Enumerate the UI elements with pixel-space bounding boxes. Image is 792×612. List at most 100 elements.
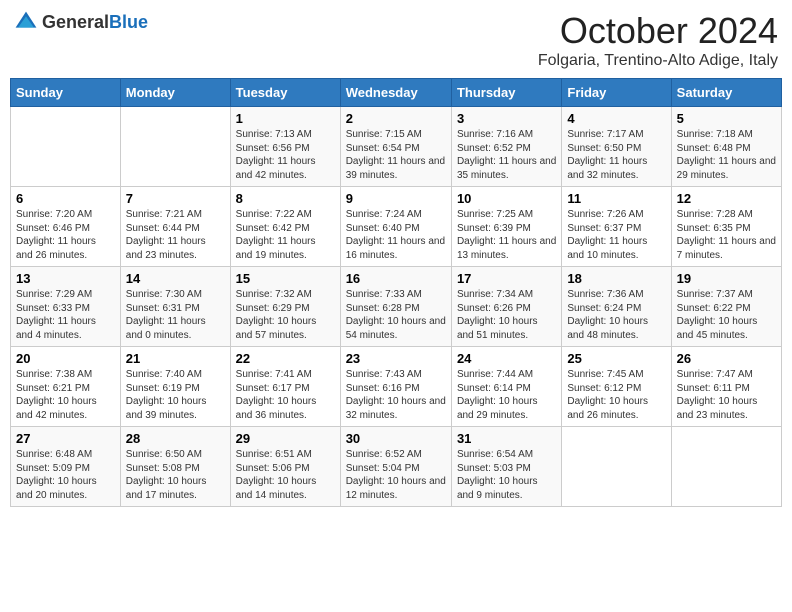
- day-cell: 7Sunrise: 7:21 AM Sunset: 6:44 PM Daylig…: [120, 187, 230, 267]
- day-number: 15: [236, 271, 335, 286]
- day-cell: 5Sunrise: 7:18 AM Sunset: 6:48 PM Daylig…: [671, 107, 781, 187]
- day-cell: 6 Sunrise: 7:20 AM Sunset: 6:46 PM Daylig…: [11, 187, 121, 267]
- day-number: 28: [126, 431, 225, 446]
- day-info: Sunrise: 7:16 AM Sunset: 6:52 PM Dayligh…: [457, 128, 556, 182]
- day-cell: 3 Sunrise: 7:16 AM Sunset: 6:52 PM Daylig…: [451, 107, 561, 187]
- calendar-table: SundayMondayTuesdayWednesdayThursdayFrid…: [10, 78, 782, 507]
- day-number: 11: [567, 191, 665, 206]
- day-cell: 28 Sunrise: 6:50 AM Sunset: 5:08 PM Dayli…: [120, 427, 230, 507]
- day-cell: 1Sunrise: 7:13 AM Sunset: 6:56 PM Daylig…: [230, 107, 340, 187]
- day-info: Sunrise: 7:24 AM Sunset: 6:40 PM Dayligh…: [346, 208, 446, 262]
- day-number: 18: [567, 271, 665, 286]
- day-cell: [11, 107, 121, 187]
- header-day-thursday: Thursday: [451, 79, 561, 107]
- header-day-tuesday: Tuesday: [230, 79, 340, 107]
- day-number: 23: [346, 351, 446, 366]
- day-cell: 16 Sunrise: 7:33 AM Sunset: 6:28 PM Dayli…: [340, 267, 451, 347]
- day-number: 16: [346, 271, 446, 286]
- header-day-saturday: Saturday: [671, 79, 781, 107]
- day-info: Sunrise: 6:51 AM Sunset: 5:06 PM Dayligh…: [236, 448, 335, 502]
- header-day-monday: Monday: [120, 79, 230, 107]
- day-info: Sunrise: 7:33 AM Sunset: 6:28 PM Dayligh…: [346, 288, 446, 342]
- day-number: 24: [457, 351, 556, 366]
- calendar-header: SundayMondayTuesdayWednesdayThursdayFrid…: [11, 79, 782, 107]
- day-info: Sunrise: 7:26 AM Sunset: 6:37 PM Dayligh…: [567, 208, 665, 262]
- day-cell: 20Sunrise: 7:38 AM Sunset: 6:21 PM Dayli…: [11, 347, 121, 427]
- day-info: Sunrise: 7:37 AM Sunset: 6:22 PM Dayligh…: [677, 288, 776, 342]
- day-info: Sunrise: 7:22 AM Sunset: 6:42 PM Dayligh…: [236, 208, 335, 262]
- day-cell: 19 Sunrise: 7:37 AM Sunset: 6:22 PM Dayli…: [671, 267, 781, 347]
- day-info: Sunrise: 6:54 AM Sunset: 5:03 PM Dayligh…: [457, 448, 556, 502]
- day-cell: 15 Sunrise: 7:32 AM Sunset: 6:29 PM Dayli…: [230, 267, 340, 347]
- day-info: Sunrise: 7:18 AM Sunset: 6:48 PM Dayligh…: [677, 128, 776, 182]
- page-header: GeneralBlue October 2024 Folgaria, Trent…: [10, 10, 782, 70]
- day-info: Sunrise: 6:48 AM Sunset: 5:09 PM Dayligh…: [16, 448, 115, 502]
- day-number: 29: [236, 431, 335, 446]
- logo-icon: [14, 10, 38, 34]
- day-cell: 8Sunrise: 7:22 AM Sunset: 6:42 PM Daylig…: [230, 187, 340, 267]
- week-row-2: 6 Sunrise: 7:20 AM Sunset: 6:46 PM Daylig…: [11, 187, 782, 267]
- day-info: Sunrise: 7:38 AM Sunset: 6:21 PM Dayligh…: [16, 368, 115, 422]
- day-info: Sunrise: 7:34 AM Sunset: 6:26 PM Dayligh…: [457, 288, 556, 342]
- day-number: 26: [677, 351, 776, 366]
- logo: GeneralBlue: [14, 10, 148, 34]
- day-cell: 13Sunrise: 7:29 AM Sunset: 6:33 PM Dayli…: [11, 267, 121, 347]
- day-cell: [671, 427, 781, 507]
- week-row-4: 20Sunrise: 7:38 AM Sunset: 6:21 PM Dayli…: [11, 347, 782, 427]
- day-info: Sunrise: 7:36 AM Sunset: 6:24 PM Dayligh…: [567, 288, 665, 342]
- day-info: Sunrise: 7:30 AM Sunset: 6:31 PM Dayligh…: [126, 288, 225, 342]
- day-info: Sunrise: 7:45 AM Sunset: 6:12 PM Dayligh…: [567, 368, 665, 422]
- header-day-wednesday: Wednesday: [340, 79, 451, 107]
- day-cell: 18 Sunrise: 7:36 AM Sunset: 6:24 PM Dayli…: [562, 267, 671, 347]
- day-cell: [120, 107, 230, 187]
- day-info: Sunrise: 7:15 AM Sunset: 6:54 PM Dayligh…: [346, 128, 446, 182]
- day-cell: 9 Sunrise: 7:24 AM Sunset: 6:40 PM Daylig…: [340, 187, 451, 267]
- day-info: Sunrise: 6:50 AM Sunset: 5:08 PM Dayligh…: [126, 448, 225, 502]
- day-number: 7: [126, 191, 225, 206]
- day-info: Sunrise: 7:44 AM Sunset: 6:14 PM Dayligh…: [457, 368, 556, 422]
- location-title: Folgaria, Trentino-Alto Adige, Italy: [538, 52, 778, 70]
- day-cell: 2Sunrise: 7:15 AM Sunset: 6:54 PM Daylig…: [340, 107, 451, 187]
- day-info: Sunrise: 7:43 AM Sunset: 6:16 PM Dayligh…: [346, 368, 446, 422]
- day-info: Sunrise: 7:40 AM Sunset: 6:19 PM Dayligh…: [126, 368, 225, 422]
- day-cell: 25 Sunrise: 7:45 AM Sunset: 6:12 PM Dayli…: [562, 347, 671, 427]
- day-cell: 12Sunrise: 7:28 AM Sunset: 6:35 PM Dayli…: [671, 187, 781, 267]
- day-info: Sunrise: 6:52 AM Sunset: 5:04 PM Dayligh…: [346, 448, 446, 502]
- week-row-3: 13Sunrise: 7:29 AM Sunset: 6:33 PM Dayli…: [11, 267, 782, 347]
- day-number: 6: [16, 191, 115, 206]
- day-cell: 26 Sunrise: 7:47 AM Sunset: 6:11 PM Dayli…: [671, 347, 781, 427]
- day-number: 27: [16, 431, 115, 446]
- day-number: 22: [236, 351, 335, 366]
- day-cell: 23 Sunrise: 7:43 AM Sunset: 6:16 PM Dayli…: [340, 347, 451, 427]
- day-cell: 30Sunrise: 6:52 AM Sunset: 5:04 PM Dayli…: [340, 427, 451, 507]
- day-info: Sunrise: 7:28 AM Sunset: 6:35 PM Dayligh…: [677, 208, 776, 262]
- header-day-sunday: Sunday: [11, 79, 121, 107]
- day-number: 21: [126, 351, 225, 366]
- day-number: 17: [457, 271, 556, 286]
- logo-text: GeneralBlue: [42, 12, 148, 33]
- logo-general: General: [42, 12, 109, 32]
- day-info: Sunrise: 7:32 AM Sunset: 6:29 PM Dayligh…: [236, 288, 335, 342]
- day-cell: [562, 427, 671, 507]
- day-cell: 29 Sunrise: 6:51 AM Sunset: 5:06 PM Dayli…: [230, 427, 340, 507]
- day-info: Sunrise: 7:13 AM Sunset: 6:56 PM Dayligh…: [236, 128, 335, 182]
- day-number: 25: [567, 351, 665, 366]
- day-cell: 11 Sunrise: 7:26 AM Sunset: 6:37 PM Dayli…: [562, 187, 671, 267]
- day-info: Sunrise: 7:47 AM Sunset: 6:11 PM Dayligh…: [677, 368, 776, 422]
- day-number: 3: [457, 111, 556, 126]
- month-title: October 2024: [538, 10, 778, 52]
- day-cell: 21 Sunrise: 7:40 AM Sunset: 6:19 PM Dayli…: [120, 347, 230, 427]
- day-number: 9: [346, 191, 446, 206]
- day-cell: 10Sunrise: 7:25 AM Sunset: 6:39 PM Dayli…: [451, 187, 561, 267]
- day-cell: 31Sunrise: 6:54 AM Sunset: 5:03 PM Dayli…: [451, 427, 561, 507]
- day-cell: 27 Sunrise: 6:48 AM Sunset: 5:09 PM Dayli…: [11, 427, 121, 507]
- day-info: Sunrise: 7:41 AM Sunset: 6:17 PM Dayligh…: [236, 368, 335, 422]
- day-info: Sunrise: 7:29 AM Sunset: 6:33 PM Dayligh…: [16, 288, 115, 342]
- day-info: Sunrise: 7:17 AM Sunset: 6:50 PM Dayligh…: [567, 128, 665, 182]
- day-number: 19: [677, 271, 776, 286]
- day-cell: 22 Sunrise: 7:41 AM Sunset: 6:17 PM Dayli…: [230, 347, 340, 427]
- day-cell: 17 Sunrise: 7:34 AM Sunset: 6:26 PM Dayli…: [451, 267, 561, 347]
- day-cell: 14Sunrise: 7:30 AM Sunset: 6:31 PM Dayli…: [120, 267, 230, 347]
- day-info: Sunrise: 7:20 AM Sunset: 6:46 PM Dayligh…: [16, 208, 115, 262]
- day-number: 4: [567, 111, 665, 126]
